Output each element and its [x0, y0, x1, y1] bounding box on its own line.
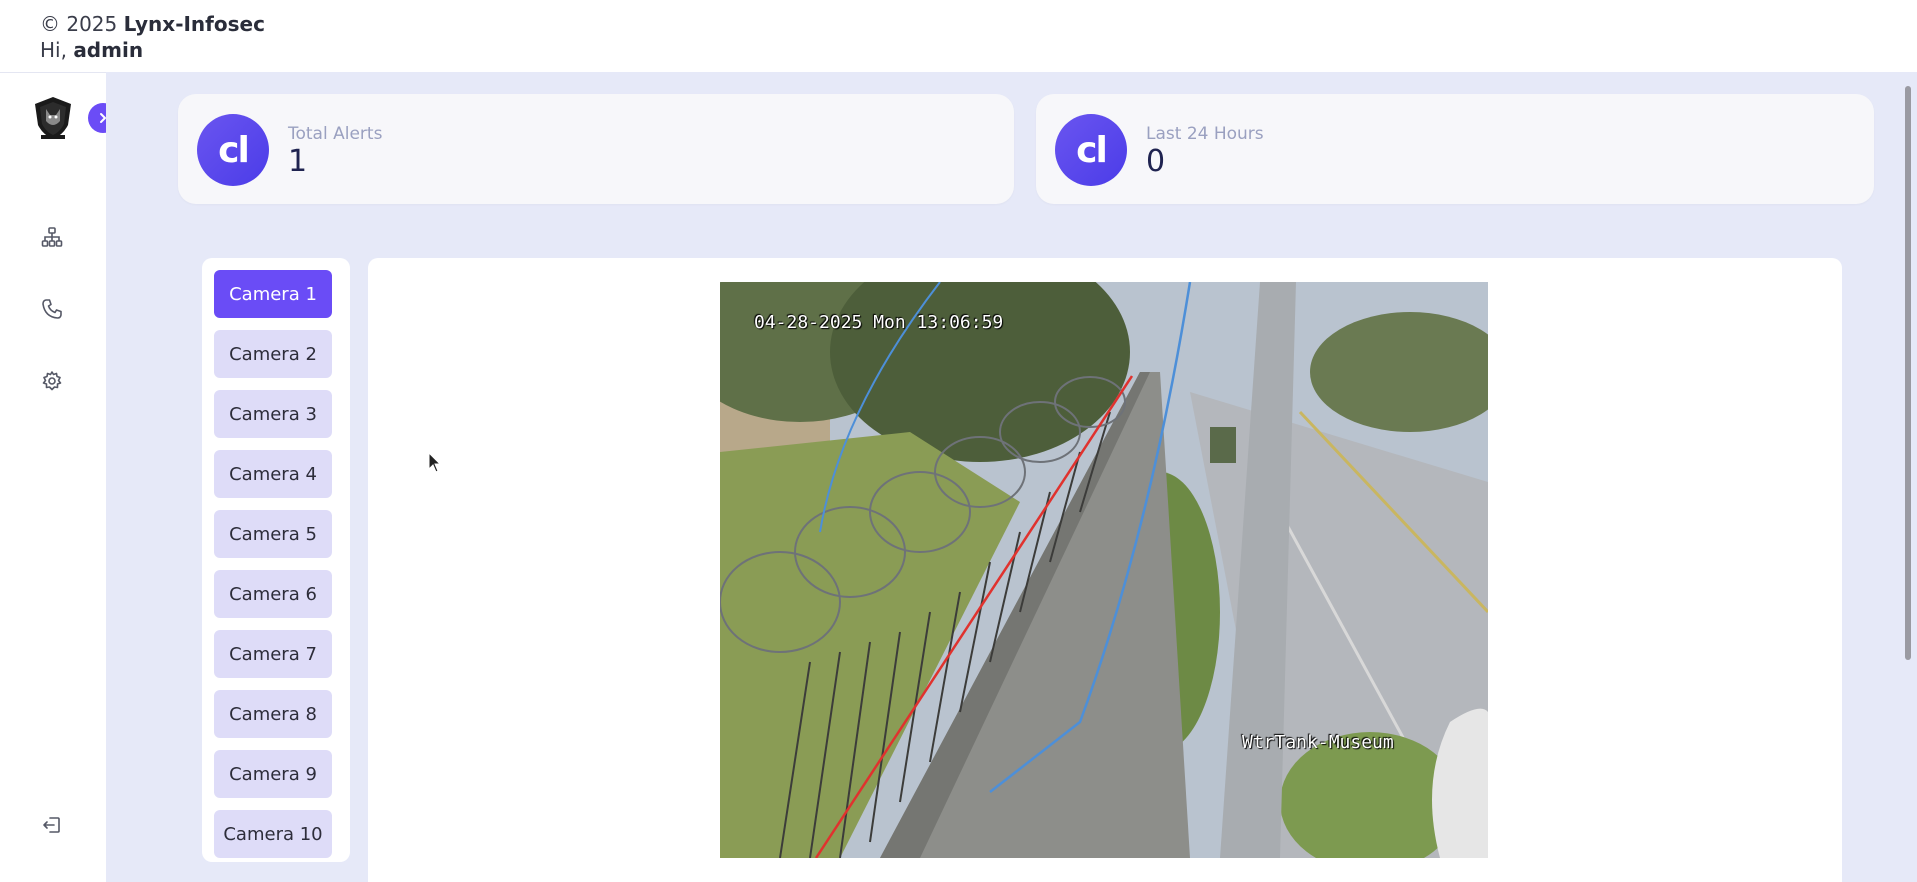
camera-8-button[interactable]: Camera 8 [214, 690, 332, 738]
lynx-shield-logo-icon[interactable] [32, 95, 74, 141]
camera-2-button[interactable]: Camera 2 [214, 330, 332, 378]
gear-icon [42, 371, 62, 391]
copyright-line: © 2025 Lynx-Infosec [40, 12, 265, 36]
logout-icon [43, 817, 60, 833]
camera-list: Camera 1 Camera 2 Camera 3 Camera 4 Came… [202, 258, 350, 862]
camera-9-button[interactable]: Camera 9 [214, 750, 332, 798]
stat-value: 1 [288, 144, 308, 179]
main-content: cl Total Alerts 1 cl Last 24 Hours 0 Cam… [106, 72, 1917, 882]
username: admin [73, 38, 144, 62]
phone-icon [42, 299, 62, 319]
stat-card-total-alerts: cl Total Alerts 1 [178, 94, 1014, 204]
camera-7-button[interactable]: Camera 7 [214, 630, 332, 678]
mouse-cursor-icon [428, 452, 442, 473]
camera-viewer-panel: 04-28-2025 Mon 13:06:59 WtrTank-Museum [368, 258, 1842, 882]
alert-badge-icon: cl [197, 114, 269, 186]
stat-value: 0 [1146, 144, 1166, 179]
stat-card-last-24-hours: cl Last 24 Hours 0 [1036, 94, 1874, 204]
feed-location-label: WtrTank-Museum [1242, 732, 1394, 753]
sidebar [0, 72, 118, 882]
logout-button[interactable] [38, 811, 66, 839]
top-header: © 2025 Lynx-Infosec Hi, admin [0, 0, 1917, 72]
camera-5-button[interactable]: Camera 5 [214, 510, 332, 558]
company-name: Lynx-Infosec [123, 12, 265, 36]
page-scrollbar[interactable] [1905, 86, 1911, 660]
copyright-prefix: © 2025 [40, 12, 118, 36]
camera-4-button[interactable]: Camera 4 [214, 450, 332, 498]
greeting-text: Hi, [40, 38, 67, 62]
camera-6-button[interactable]: Camera 6 [214, 570, 332, 618]
alert-badge-icon: cl [1055, 114, 1127, 186]
camera-1-button[interactable]: Camera 1 [214, 270, 332, 318]
network-hierarchy-icon [41, 227, 63, 247]
nav-network-button[interactable] [38, 223, 66, 251]
feed-timestamp: 04-28-2025 Mon 13:06:59 [754, 312, 1004, 333]
camera-feed-image[interactable]: 04-28-2025 Mon 13:06:59 WtrTank-Museum [720, 282, 1488, 858]
nav-phone-button[interactable] [38, 295, 66, 323]
camera-10-button[interactable]: Camera 10 [214, 810, 332, 858]
user-greeting: Hi, admin [40, 38, 143, 62]
stat-label: Last 24 Hours [1146, 124, 1264, 144]
stat-label: Total Alerts [288, 124, 383, 144]
camera-3-button[interactable]: Camera 3 [214, 390, 332, 438]
nav-settings-button[interactable] [38, 367, 66, 395]
